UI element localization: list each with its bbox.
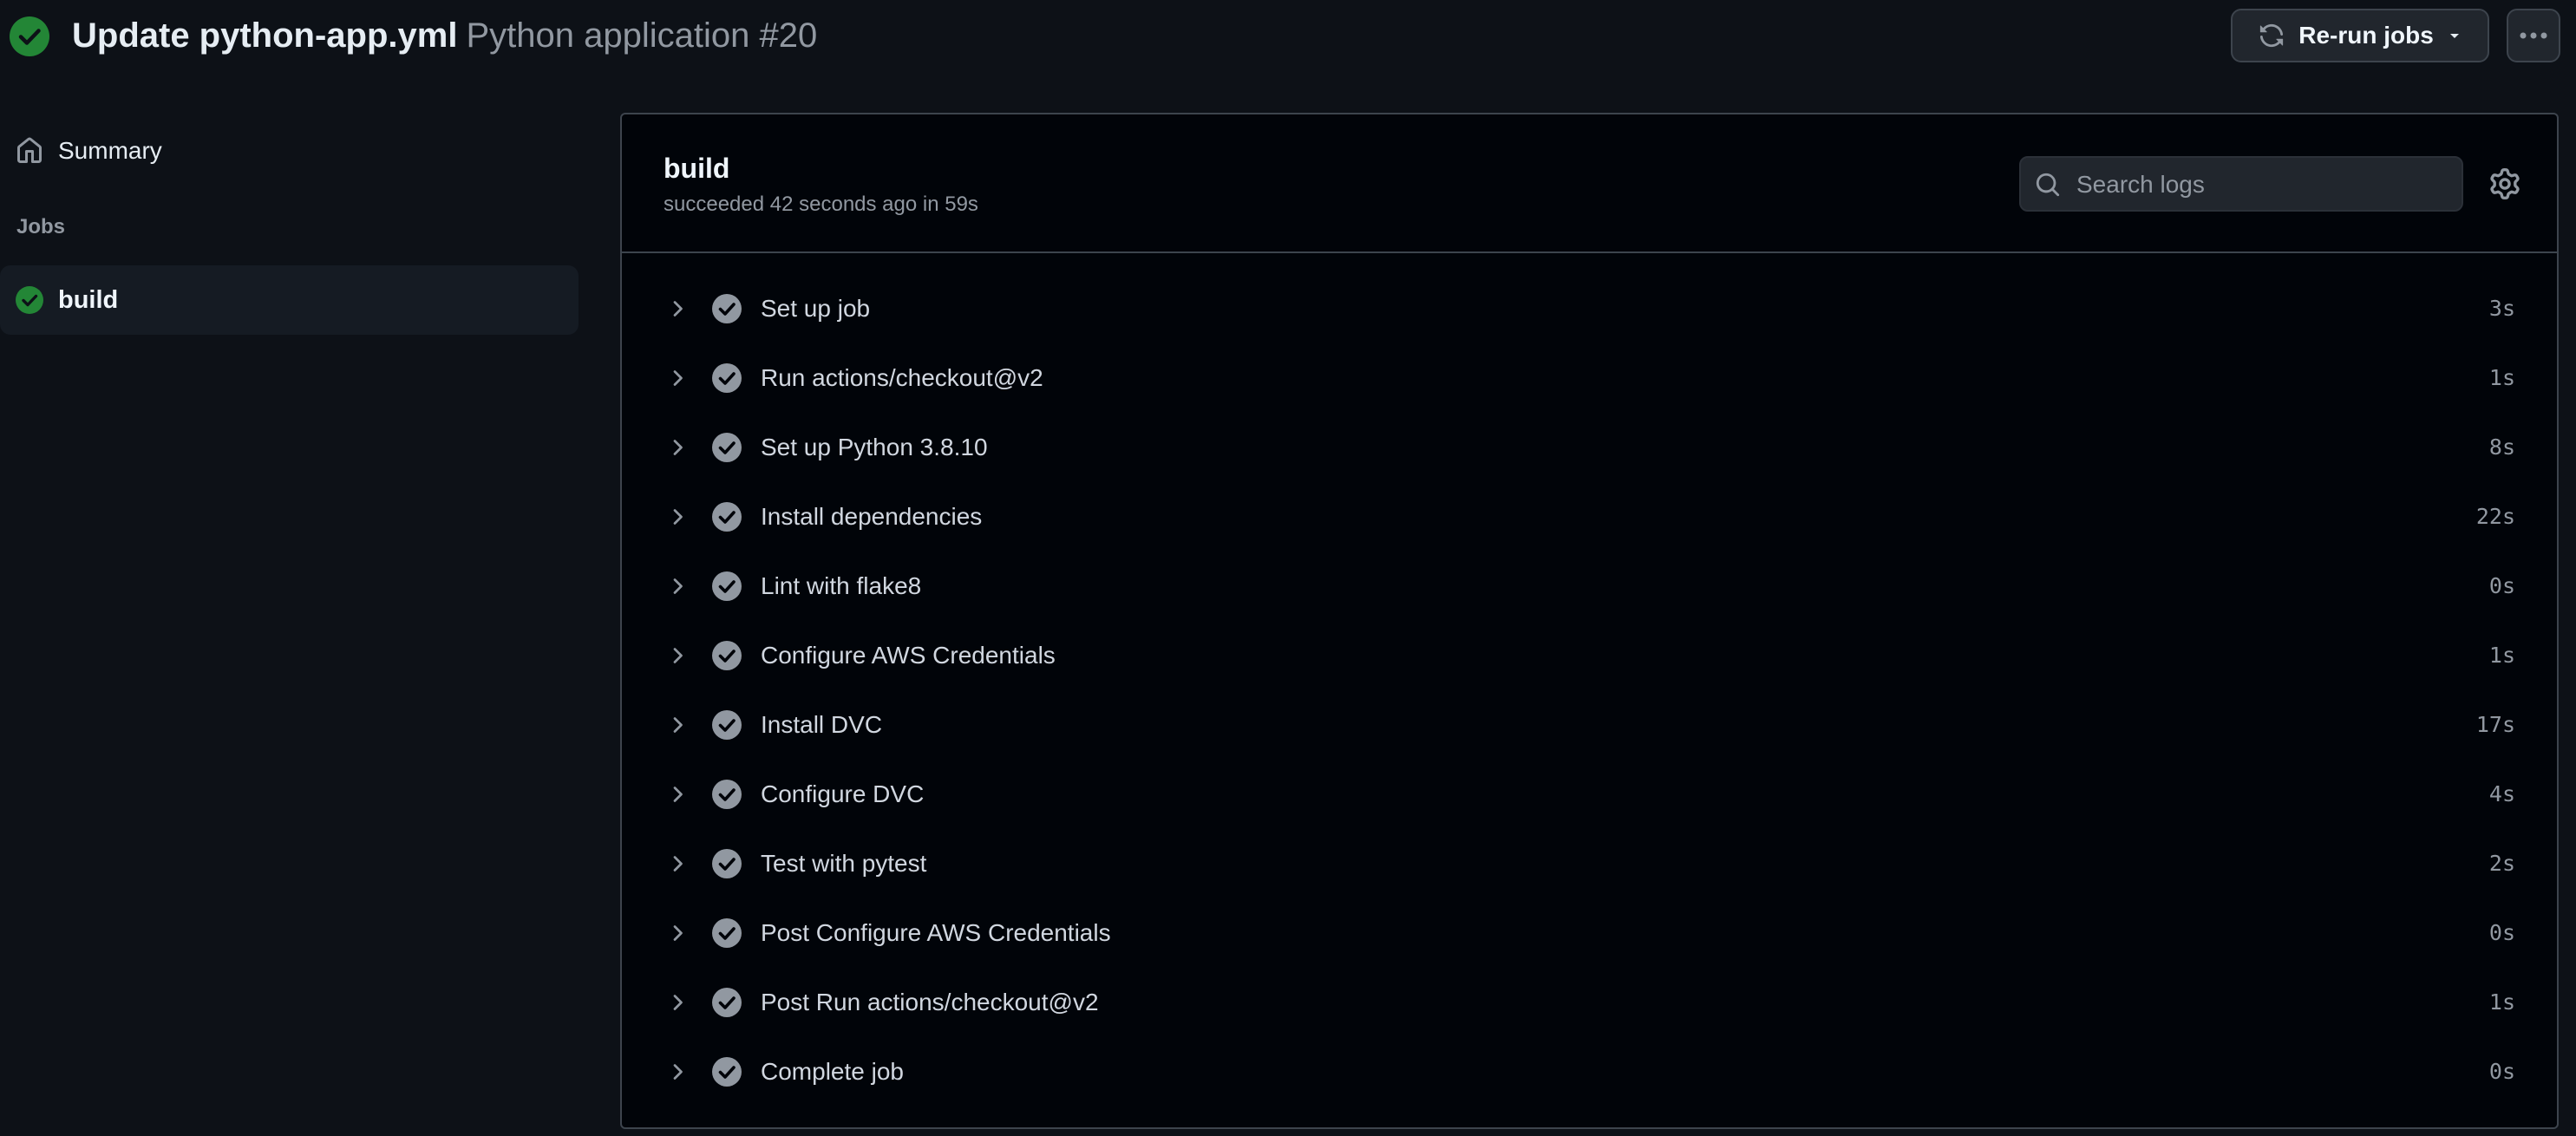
- step-row[interactable]: Set up Python 3.8.10 8s: [622, 413, 2557, 482]
- job-title: build: [664, 153, 730, 184]
- search-logs-box[interactable]: [2019, 156, 2463, 212]
- step-duration: 1s: [2488, 643, 2515, 668]
- job-status-text: succeeded 42 seconds ago in 59s: [664, 193, 978, 216]
- chevron-right-icon: [673, 787, 683, 802]
- gear-icon[interactable]: [2489, 168, 2520, 199]
- kebab-horizontal-icon: [2520, 32, 2547, 39]
- step-success-icon: [712, 294, 742, 323]
- step-success-icon: [712, 571, 742, 601]
- step-name: Test with pytest: [761, 850, 927, 877]
- step-name: Set up job: [761, 295, 871, 322]
- step-row[interactable]: Lint with flake8 0s: [622, 552, 2557, 621]
- step-row[interactable]: Test with pytest 2s: [622, 829, 2557, 898]
- job-label: build: [58, 286, 119, 314]
- chevron-right-icon: [673, 925, 683, 941]
- search-logs-input[interactable]: [2075, 165, 2451, 205]
- chevron-right-icon: [673, 1064, 683, 1080]
- step-row[interactable]: Run actions/checkout@v2 1s: [622, 343, 2557, 413]
- sidebar-item-label: Summary: [58, 137, 162, 164]
- step-row[interactable]: Complete job 0s: [622, 1037, 2557, 1107]
- step-success-icon: [712, 502, 742, 532]
- step-row[interactable]: Install DVC 17s: [622, 690, 2557, 760]
- chevron-right-icon: [673, 648, 683, 663]
- step-name: Set up Python 3.8.10: [761, 434, 988, 460]
- step-name: Post Run actions/checkout@v2: [761, 989, 1099, 1015]
- step-row[interactable]: Set up job 3s: [622, 274, 2557, 343]
- steps-list: Set up job 3s Run actions/checkout@v2 1s Set…: [622, 274, 2557, 1107]
- step-success-icon: [712, 1057, 742, 1087]
- sidebar-item-build[interactable]: build: [0, 265, 579, 335]
- step-duration: 0s: [2488, 920, 2515, 945]
- home-icon: [17, 137, 42, 163]
- chevron-right-icon: [673, 717, 683, 733]
- rerun-jobs-label: Re-run jobs: [2298, 22, 2434, 49]
- step-duration: 1s: [2488, 365, 2515, 390]
- step-duration: 17s: [2475, 712, 2515, 737]
- chevron-right-icon: [673, 301, 683, 317]
- step-duration: 0s: [2488, 573, 2515, 598]
- chevron-right-icon: [673, 856, 683, 872]
- search-icon: [2036, 173, 2060, 197]
- commit-title[interactable]: Update python-app.yml: [72, 16, 457, 55]
- step-row[interactable]: Post Configure AWS Credentials 0s: [622, 898, 2557, 968]
- step-success-icon: [712, 780, 742, 809]
- step-success-icon: [712, 988, 742, 1017]
- step-row[interactable]: Install dependencies 22s: [622, 482, 2557, 552]
- step-name: Lint with flake8: [761, 572, 922, 599]
- run-header: Update python-app.yml Python application …: [0, 0, 2576, 73]
- caret-down-icon: [2449, 34, 2459, 38]
- step-name: Configure AWS Credentials: [761, 642, 1056, 669]
- step-duration: 2s: [2488, 851, 2515, 876]
- step-success-icon: [712, 918, 742, 948]
- step-success-icon: [712, 710, 742, 740]
- run-title: Update python-app.yml Python application …: [72, 12, 817, 59]
- chevron-right-icon: [673, 995, 683, 1010]
- step-name: Configure DVC: [761, 780, 925, 807]
- step-row[interactable]: Configure AWS Credentials 1s: [622, 621, 2557, 690]
- rerun-jobs-button[interactable]: Re-run jobs: [2231, 9, 2489, 62]
- success-check-icon: [10, 16, 49, 56]
- step-duration: 1s: [2488, 989, 2515, 1015]
- step-name: Install DVC: [761, 711, 883, 738]
- step-success-icon: [712, 433, 742, 462]
- chevron-right-icon: [673, 509, 683, 525]
- step-name: Install dependencies: [761, 503, 983, 530]
- step-success-icon: [712, 849, 742, 878]
- step-success-icon: [712, 363, 742, 393]
- jobs-heading: Jobs: [16, 215, 66, 238]
- job-header: build succeeded 42 seconds ago in 59s: [622, 114, 2557, 253]
- step-success-icon: [712, 641, 742, 670]
- workflow-run-page: Update python-app.yml Python application …: [0, 0, 2576, 1136]
- step-name: Post Configure AWS Credentials: [761, 919, 1111, 946]
- step-name: Run actions/checkout@v2: [761, 364, 1043, 391]
- chevron-right-icon: [673, 578, 683, 594]
- step-row[interactable]: Configure DVC 4s: [622, 760, 2557, 829]
- step-duration: 22s: [2475, 504, 2515, 529]
- chevron-right-icon: [673, 440, 683, 455]
- step-duration: 0s: [2488, 1059, 2515, 1084]
- job-log-panel: build succeeded 42 seconds ago in 59s Se…: [620, 113, 2559, 1129]
- sidebar-item-summary[interactable]: Summary: [0, 116, 579, 186]
- chevron-right-icon: [673, 370, 683, 386]
- success-check-icon: [16, 286, 43, 314]
- step-duration: 8s: [2488, 434, 2515, 460]
- step-duration: 3s: [2488, 296, 2515, 321]
- step-row[interactable]: Post Run actions/checkout@v2 1s: [622, 968, 2557, 1037]
- more-options-button[interactable]: [2507, 9, 2560, 62]
- workflow-subtitle: Python application #20: [466, 16, 818, 55]
- step-name: Complete job: [761, 1058, 904, 1085]
- step-duration: 4s: [2488, 781, 2515, 806]
- sync-icon: [2260, 23, 2284, 48]
